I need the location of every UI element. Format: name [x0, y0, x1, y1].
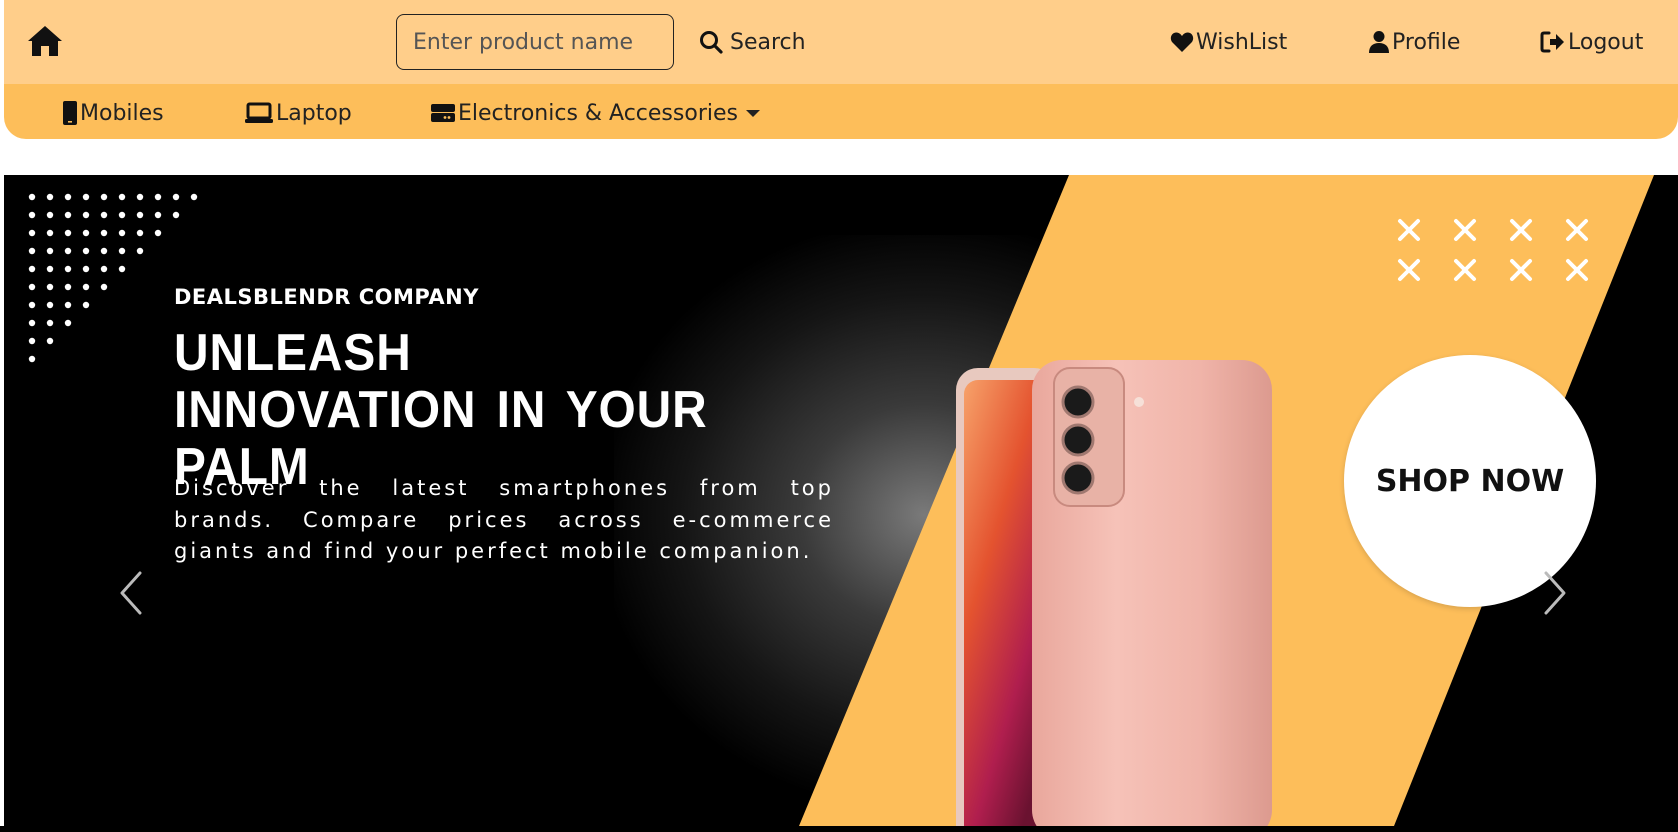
chevron-right-icon: [1544, 571, 1566, 615]
caret-down-icon: [745, 109, 760, 117]
hero-description: Discover the latest smartphones from top…: [174, 476, 834, 563]
profile-label: Profile: [1392, 29, 1461, 55]
smartphone-image: [956, 360, 1272, 826]
home-button[interactable]: [26, 24, 64, 60]
logout-icon: [1540, 31, 1564, 53]
hero-headline: UNLEASH INNOVATION IN YOUR PALM: [174, 324, 708, 496]
category-mobiles-label: Mobiles: [80, 100, 164, 126]
hero-carousel: DEALSBLENDR COMPANY UNLEASH INNOVATION I…: [4, 175, 1678, 826]
hdd-icon: [431, 104, 455, 122]
hero-brand: DEALSBLENDR COMPANY: [174, 285, 479, 309]
search-button-label: Search: [730, 29, 806, 55]
carousel-next-button[interactable]: [1532, 567, 1572, 619]
category-laptop[interactable]: Laptop: [244, 96, 352, 130]
heart-icon: [1170, 32, 1194, 52]
search-input[interactable]: [396, 14, 674, 70]
logout-label: Logout: [1568, 29, 1644, 55]
wishlist-label: WishList: [1196, 29, 1288, 55]
category-laptop-label: Laptop: [276, 100, 352, 126]
wishlist-link[interactable]: WishList: [1170, 24, 1287, 60]
mobile-icon: [63, 101, 77, 125]
category-electronics-dropdown[interactable]: Electronics & Accessories: [430, 96, 760, 130]
chevron-left-icon: [120, 571, 142, 615]
carousel-prev-button[interactable]: [114, 567, 154, 619]
category-mobiles[interactable]: Mobiles: [62, 96, 164, 130]
top-bar: Search WishList Profile Logout: [4, 0, 1678, 84]
home-icon: [28, 26, 62, 56]
profile-link[interactable]: Profile: [1368, 24, 1460, 60]
bottom-edge: [0, 826, 1678, 832]
cross-pattern: [1398, 219, 1588, 281]
search-button[interactable]: Search: [699, 24, 806, 60]
logout-link[interactable]: Logout: [1540, 24, 1643, 60]
user-icon: [1369, 31, 1389, 53]
search-icon: [700, 31, 723, 54]
laptop-icon: [245, 102, 273, 123]
category-electronics-label: Electronics & Accessories: [458, 100, 738, 126]
